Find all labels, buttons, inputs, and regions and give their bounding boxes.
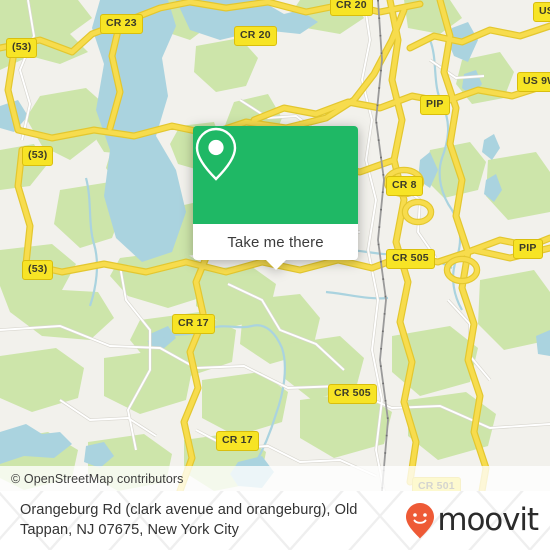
map-attribution-bar: © OpenStreetMap contributors — [0, 466, 550, 491]
address-line-2: Tappan, NJ 07675, New York City — [20, 521, 239, 538]
road-shield: CR 20 — [330, 0, 373, 16]
address-text: Orangeburg Rd (clark avenue and orangebu… — [0, 501, 357, 540]
moovit-pin-icon — [406, 502, 435, 538]
road-shield: (53) — [6, 38, 38, 58]
road-shield: CR 20 — [234, 26, 277, 46]
location-pin-icon — [195, 127, 237, 181]
popup-footer[interactable]: Take me there — [193, 224, 358, 270]
popup-header — [193, 126, 358, 224]
road-shield: US 9W — [517, 72, 550, 92]
road-shield: CR 17 — [216, 431, 259, 451]
attribution-text: © OpenStreetMap contributors — [11, 471, 184, 486]
road-shield: CR 505 — [386, 249, 435, 269]
take-me-there-label: Take me there — [227, 233, 324, 251]
road-shield: CR 17 — [172, 314, 215, 334]
take-me-there-popup[interactable]: Take me there — [193, 126, 358, 270]
footer-content: Orangeburg Rd (clark avenue and orangebu… — [0, 491, 550, 550]
screenshot-root: CR 23 CR 20 CR 20 (53) US US 9W PIP (53) CR 8 PIP… — [0, 0, 550, 550]
map-canvas[interactable]: CR 23 CR 20 CR 20 (53) US US 9W PIP (53) CR 8 PIP… — [0, 0, 550, 491]
road-shield: CR 8 — [386, 176, 423, 196]
road-shield: (53) — [22, 260, 54, 280]
road-shield: PIP — [513, 239, 543, 259]
moovit-logo[interactable]: moovit — [405, 502, 550, 540]
road-shield: CR 23 — [100, 14, 143, 34]
road-shield: US — [533, 2, 550, 22]
road-shield: (53) — [22, 146, 54, 166]
road-shield: PIP — [420, 95, 450, 115]
moovit-wordmark: moovit — [437, 502, 539, 538]
footer-bar: Orangeburg Rd (clark avenue and orangebu… — [0, 491, 550, 550]
popup-pointer-tail — [264, 259, 287, 270]
road-shield: CR 505 — [328, 384, 377, 404]
address-line-1: Orangeburg Rd (clark avenue and orangebu… — [20, 502, 358, 518]
